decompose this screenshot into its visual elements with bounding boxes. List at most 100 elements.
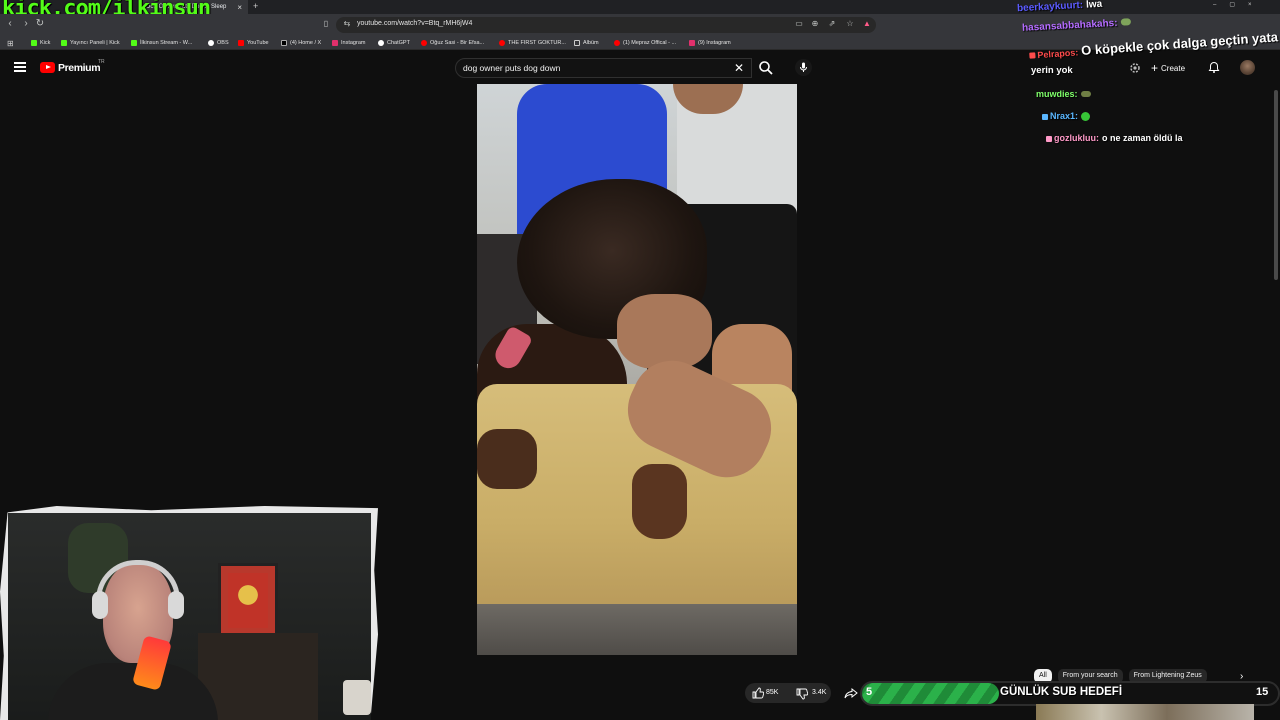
sub-goal-current: 5: [866, 686, 873, 698]
forward-icon[interactable]: ›: [20, 17, 32, 31]
microphone-icon[interactable]: [795, 59, 812, 76]
bookmark-item[interactable]: OBS: [208, 36, 229, 50]
bookmark-page-icon[interactable]: ▯: [321, 19, 331, 29]
bookmark-item[interactable]: (9) Instagram: [689, 36, 731, 50]
dislike-count[interactable]: 3.4K: [812, 689, 826, 696]
extension-icon[interactable]: ▲: [862, 19, 872, 29]
bookmark-item[interactable]: ChatGPT: [378, 36, 410, 50]
headset-earcup-right: [168, 591, 184, 619]
dislike-icon[interactable]: [796, 688, 808, 700]
video-player[interactable]: [477, 84, 797, 655]
bookmark-label: İlkinsun Stream - W...: [140, 40, 193, 46]
youtube-logo-icon[interactable]: [40, 62, 55, 73]
youtube-premium-wordmark[interactable]: Premium: [58, 62, 101, 74]
video-dog-front-leg: [477, 429, 537, 489]
bookmark-label: ChatGPT: [387, 40, 410, 46]
bookmark-item[interactable]: YouTube: [238, 36, 269, 50]
chat-text: yerin yok: [1031, 65, 1073, 76]
x-icon: [281, 40, 287, 46]
bookmark-label: OBS: [217, 40, 229, 46]
star-icon[interactable]: ☆: [845, 19, 855, 29]
kick-icon: [131, 40, 137, 46]
share-icon[interactable]: [844, 686, 858, 700]
like-icon[interactable]: [752, 687, 764, 699]
sub-goal-progress-fill: [862, 683, 999, 704]
bookmark-item[interactable]: Oğuz Sasi - Bir Efsa...: [421, 36, 484, 50]
chat-username: muwdies:: [1036, 89, 1078, 99]
subscriber-badge-icon: [1046, 135, 1052, 142]
sub-goal-title: GÜNLÜK SUB HEDEFİ: [1000, 686, 1123, 698]
youtube-icon: [499, 40, 505, 46]
video-face: [617, 294, 712, 369]
instagram-icon: [689, 40, 695, 46]
bookmark-item[interactable]: THE FIRST GOKTUR...: [499, 36, 566, 50]
chat-text: lwa: [1085, 0, 1103, 11]
bookmark-label: (9) Instagram: [698, 40, 731, 46]
youtube-icon: [421, 40, 427, 46]
zoom-icon[interactable]: ⊕: [810, 19, 820, 29]
related-video-thumbnails[interactable]: [1036, 704, 1254, 720]
chat-username: Nrax1:: [1050, 111, 1079, 121]
clear-search-icon[interactable]: ✕: [734, 61, 744, 75]
window-controls[interactable]: –▢×: [1213, 1, 1265, 8]
instagram-icon: [332, 40, 338, 46]
region-code: TR: [98, 59, 105, 65]
like-count[interactable]: 85K: [766, 689, 778, 696]
video-dog-paw: [632, 464, 687, 539]
reload-icon[interactable]: ↻: [34, 17, 46, 31]
bookmark-item[interactable]: Albüm: [574, 36, 599, 50]
chat-message: yerin yok: [1031, 65, 1073, 76]
bookmark-item[interactable]: Kick: [31, 36, 50, 50]
chat-message: muwdies:: [1036, 89, 1091, 99]
site-info-icon[interactable]: ⇆: [342, 19, 352, 29]
webcam-mug: [343, 680, 371, 715]
url-text[interactable]: youtube.com/watch?v=Btq_rMH6jW4: [357, 20, 472, 27]
chat-username: Pelrapos:: [1037, 47, 1079, 61]
picture-in-picture-icon[interactable]: ▭: [794, 19, 804, 29]
hamburger-menu-icon[interactable]: [14, 62, 26, 72]
emote-icon: [1081, 112, 1091, 122]
bookmark-label: Kick: [40, 40, 51, 46]
youtube-icon: [238, 40, 244, 46]
youtube-icon: [614, 40, 620, 46]
kick-icon: [31, 40, 37, 46]
bookmark-item[interactable]: (4) Home / X: [281, 36, 321, 50]
bookmark-label: Oğuz Sasi - Bir Efsa...: [430, 40, 485, 46]
new-tab-icon[interactable]: +: [253, 0, 258, 12]
bookmark-label: Albüm: [583, 40, 599, 46]
avatar[interactable]: [1240, 60, 1255, 75]
search-input[interactable]: dog owner puts dog down: [463, 63, 560, 73]
emote-icon: [1120, 18, 1131, 26]
webcam-poster-art: [228, 573, 268, 628]
chat-message: Nrax1:: [1042, 111, 1091, 122]
bookmark-label: (1) Mepraz Offical - ...: [623, 40, 677, 46]
bookmark-item[interactable]: İlkinsun Stream - W...: [131, 36, 192, 50]
notifications-bell-icon[interactable]: [1208, 61, 1220, 74]
kick-icon: [61, 40, 67, 46]
chat-text: o ne zaman öldü la: [1102, 133, 1183, 143]
obs-icon: [208, 40, 214, 46]
bookmark-item[interactable]: Instagram: [332, 36, 365, 50]
bookmark-item[interactable]: (1) Mepraz Offical - ...: [614, 36, 676, 50]
plus-icon: +: [1151, 61, 1159, 75]
settings-gear-icon[interactable]: [1129, 62, 1141, 74]
scrollbar-thumb[interactable]: [1274, 90, 1278, 280]
bookmark-label: Instagram: [341, 40, 366, 46]
share-page-icon[interactable]: ⇗: [827, 19, 837, 29]
chat-username: gozlukluu:: [1054, 133, 1099, 143]
bookmark-label: Yayıncı Paneli | Kick: [70, 40, 120, 46]
emote-icon: [1080, 91, 1091, 97]
search-icon[interactable]: [758, 60, 774, 76]
apps-grid-icon[interactable]: ⊞: [7, 39, 14, 48]
bookmark-label: THE FIRST GOKTUR...: [508, 40, 566, 46]
chatgpt-icon: [378, 40, 384, 46]
folder-icon: [574, 40, 580, 46]
webcam-feed: [8, 513, 371, 720]
close-tab-icon[interactable]: ×: [237, 3, 242, 12]
chat-message: gozlukluu: o ne zaman öldü la: [1046, 133, 1183, 143]
sub-goal-target: 15: [1256, 686, 1269, 698]
bookmark-item[interactable]: Yayıncı Paneli | Kick: [61, 36, 120, 50]
back-icon[interactable]: ‹: [4, 17, 16, 31]
create-button[interactable]: + Create: [1151, 61, 1185, 75]
bookmark-label: YouTube: [247, 40, 269, 46]
